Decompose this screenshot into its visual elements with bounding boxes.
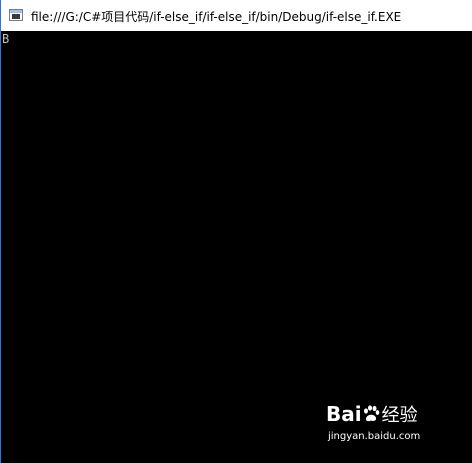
watermark-logo: Bai 经验 [326,401,418,427]
console-output: B [2,32,10,46]
baidu-jingyan-watermark: Bai 经验 jingyan.baidu.com [322,401,454,451]
window-title: file:///G:/C#项目代码/if-else_if/if-else_if/… [31,10,402,24]
paw-icon [363,405,379,422]
title-bar[interactable]: file:///G:/C#项目代码/if-else_if/if-else_if/… [1,0,472,31]
app-icon-screen [12,14,20,19]
watermark-url: jingyan.baidu.com [328,431,421,442]
app-icon-titlebar [10,10,22,13]
console-area[interactable]: B Bai 经验 jingyan.baidu.com [1,31,472,463]
console-app-icon[interactable] [9,9,23,21]
console-window: file:///G:/C#项目代码/if-else_if/if-else_if/… [0,0,472,463]
watermark-logo-bai: Bai [326,402,362,426]
watermark-logo-cn: 经验 [381,405,418,426]
